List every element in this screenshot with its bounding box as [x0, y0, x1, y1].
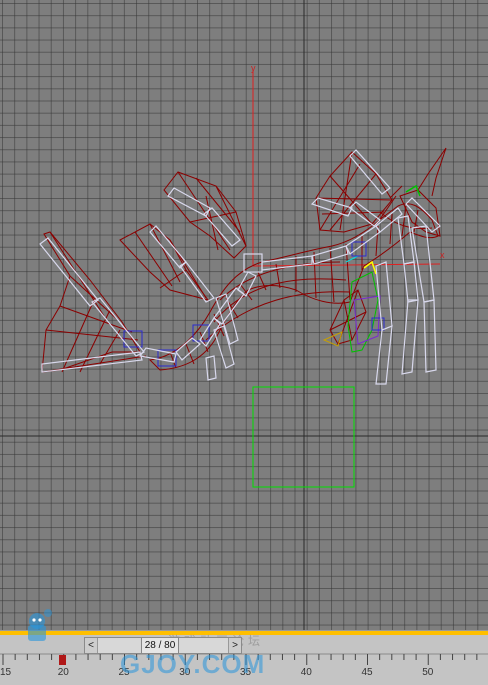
timeline-panel: 游戏动画论坛 < 28 / 80 > 1520253035404550 GJOY…	[0, 609, 488, 685]
perspective-viewport[interactable]: y x	[0, 0, 488, 630]
body-wireframe	[148, 147, 447, 371]
ruler-tick-label: 15	[0, 667, 12, 678]
left-wing-wireframe	[119, 171, 247, 301]
scene-canvas[interactable]: y x	[0, 0, 488, 630]
x-axis-label: x	[440, 250, 445, 260]
dragon-model[interactable]	[39, 147, 447, 385]
mascot-logo-icon	[28, 609, 52, 641]
keyframe-marker[interactable]	[59, 655, 66, 665]
ruler-tick-label: 20	[57, 667, 69, 678]
watermark-logo: GJOY.COM	[120, 649, 266, 679]
prev-frame-button[interactable]: <	[85, 638, 98, 653]
ruler-tick-label: 45	[361, 667, 373, 678]
gizmo-x-axis[interactable]	[252, 263, 441, 267]
y-axis-label: y	[251, 63, 256, 73]
legs-wireframe	[329, 289, 367, 345]
bone-chain	[39, 149, 441, 385]
ruler-tick-label: 40	[300, 667, 312, 678]
tail-fin-wireframe	[41, 231, 147, 373]
ruler-tick-label: 50	[422, 667, 434, 678]
